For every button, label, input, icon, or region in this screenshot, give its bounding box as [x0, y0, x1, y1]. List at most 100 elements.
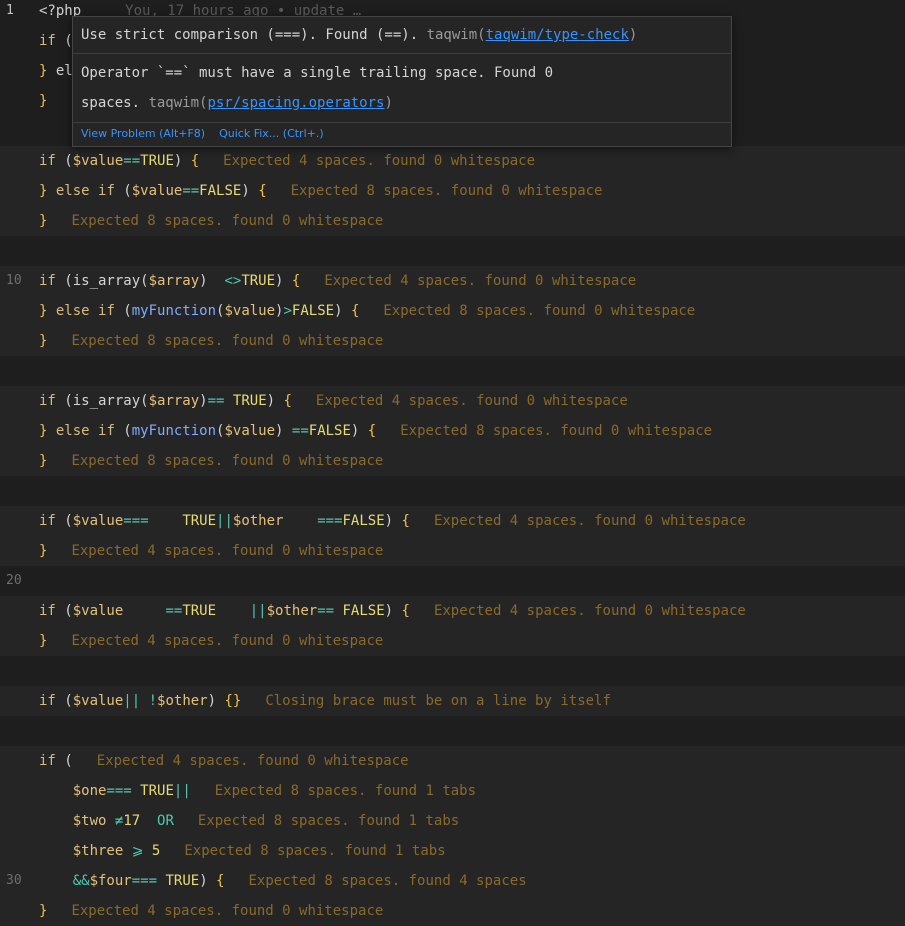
code-line[interactable]: $two ≠17 OR Expected 8 spaces. found 1 ta… [0, 806, 905, 836]
code-line[interactable]: } Expected 8 spaces. found 0 whitespace [0, 446, 905, 476]
code-token: <> [224, 273, 242, 289]
code-text: if ($value ==TRUE ||$other== FALSE) {Exp… [39, 596, 746, 626]
code-line[interactable] [0, 236, 905, 266]
code-token: } [39, 93, 48, 109]
code-token: === [131, 873, 158, 889]
code-line[interactable]: if ($value=== TRUE||$other ===FALSE) {Ex… [0, 506, 905, 536]
code-token: ) [173, 153, 191, 169]
code-line[interactable]: } else if ($value==FALSE) {Expected 8 sp… [0, 176, 905, 206]
code-token: ( [55, 753, 73, 769]
inline-diagnostic: Expected 4 spaces. found 0 whitespace [96, 753, 409, 769]
code-token: ) [384, 513, 402, 529]
code-token: if [39, 693, 56, 709]
code-line[interactable]: 20 [0, 566, 905, 596]
type-check-rule-link[interactable]: taqwim/type-check [486, 27, 629, 43]
code-text: if ( Expected 4 spaces. found 0 whitespac… [39, 746, 409, 776]
code-line[interactable]: $three ⩾ 5 Expected 8 spaces. found 1 tab… [0, 836, 905, 866]
code-line[interactable]: } Expected 4 spaces. found 0 whitespace [0, 626, 905, 656]
code-line[interactable]: 30 &&$four=== TRUE) {Expected 8 spaces. … [0, 866, 905, 896]
code-text: } Expected 4 spaces. found 0 whitespace [39, 536, 383, 566]
code-line[interactable]: } Expected 4 spaces. found 0 whitespace [0, 536, 905, 566]
code-token: if [39, 273, 56, 289]
line-number: 10 [6, 273, 22, 288]
code-line[interactable] [0, 356, 905, 386]
code-line[interactable]: $one=== TRUE|| Expected 8 spaces. found 1… [0, 776, 905, 806]
code-line[interactable]: 10 if (is_array($array) <>TRUE) {Expected… [0, 266, 905, 296]
inline-diagnostic: Expected 4 spaces. found 0 whitespace [433, 603, 746, 619]
hover-message-type-check: Use strict comparison (===). Found (==).… [73, 17, 731, 54]
code-token: ( [114, 423, 132, 439]
view-problem-button[interactable]: View Problem (Alt+F8) [81, 127, 205, 140]
code-token: ! [148, 693, 158, 709]
code-text: if ($value=== TRUE||$other ===FALSE) {Ex… [39, 506, 746, 536]
code-token: else if [47, 183, 115, 199]
code-token: ) [207, 693, 225, 709]
code-text: if ($value|| !$other) {} Closing brace mu… [39, 686, 611, 716]
code-line[interactable]: } else if (myFunction($value) ==FALSE) {… [0, 416, 905, 446]
code-token: || [249, 603, 267, 619]
inline-diagnostic: Expected 8 spaces. found 1 tabs [197, 813, 460, 829]
code-line[interactable]: if ($value==TRUE) {Expected 4 spaces. fo… [0, 146, 905, 176]
code-token: FALSE [199, 183, 242, 199]
inline-diagnostic: Expected 8 spaces. found 0 whitespace [400, 423, 713, 439]
code-token: > [283, 303, 292, 319]
line-number: 20 [6, 573, 22, 588]
code-token: else if [47, 423, 115, 439]
inline-diagnostic: Expected 8 spaces. found 1 tabs [184, 843, 446, 859]
code-token: TRUE [241, 273, 276, 289]
code-line[interactable]: if ( Expected 4 spaces. found 0 whitespac… [0, 746, 905, 776]
code-token: === [123, 513, 149, 529]
code-token: $value [72, 693, 124, 709]
code-line[interactable] [0, 476, 905, 506]
code-line[interactable] [0, 656, 905, 686]
code-token: === [106, 783, 132, 799]
code-token: || [216, 513, 233, 529]
code-line[interactable]: if (is_array($array)== TRUE) {Expected 4… [0, 386, 905, 416]
inline-diagnostic: Expected 4 spaces. found 0 whitespace [71, 903, 384, 919]
code-token: ) [266, 393, 284, 409]
code-token: $value [224, 423, 276, 439]
spacing-rule-link[interactable]: psr/spacing.operators [207, 95, 384, 111]
code-token: $value [72, 153, 124, 169]
code-token: FALSE [308, 423, 351, 439]
code-text: $one=== TRUE|| Expected 8 spaces. found 1… [39, 776, 476, 806]
code-line[interactable]: } Expected 8 spaces. found 0 whitespace [0, 206, 905, 236]
code-token: if [39, 753, 56, 769]
code-line[interactable]: if ($value ==TRUE ||$other== FALSE) {Exp… [0, 596, 905, 626]
code-token: || [123, 693, 141, 709]
inline-diagnostic: Expected 4 spaces. found 0 whitespace [433, 513, 746, 529]
code-line[interactable]: if ($value|| !$other) {} Closing brace mu… [0, 686, 905, 716]
quick-fix-button[interactable]: Quick Fix... (Ctrl+.) [219, 127, 324, 140]
code-token: ) [384, 603, 402, 619]
code-text: } [39, 86, 47, 116]
code-line[interactable]: } else if (myFunction($value)>FALSE) {Ex… [0, 296, 905, 326]
code-token: } [39, 213, 48, 229]
code-line[interactable] [0, 716, 905, 746]
code-text: &&$four=== TRUE) {Expected 8 spaces. fou… [39, 866, 527, 896]
code-token: ) [350, 423, 368, 439]
code-token: ( [55, 393, 73, 409]
code-token: } [39, 633, 48, 649]
code-token: OR [157, 813, 174, 829]
code-text: if ($value==TRUE) {Expected 4 spaces. fo… [39, 146, 535, 176]
code-text: } el [39, 56, 73, 86]
code-token: ( [55, 273, 73, 289]
inline-diagnostic: Expected 4 spaces. found 0 whitespace [324, 273, 637, 289]
code-line[interactable]: } Expected 8 spaces. found 0 whitespace [0, 326, 905, 356]
code-token: == [165, 603, 183, 619]
code-token: && [72, 873, 90, 889]
code-token: $array [148, 393, 200, 409]
code-token: ) [241, 183, 259, 199]
code-text: } Expected 8 spaces. found 0 whitespace [39, 326, 383, 356]
code-token: ( [114, 303, 132, 319]
code-token: ⩾ [131, 843, 144, 859]
code-token: ) [275, 423, 292, 439]
code-token: ) [199, 393, 208, 409]
code-token: TRUE [182, 513, 217, 529]
code-line[interactable]: } Expected 4 spaces. found 0 whitespace [0, 896, 905, 926]
